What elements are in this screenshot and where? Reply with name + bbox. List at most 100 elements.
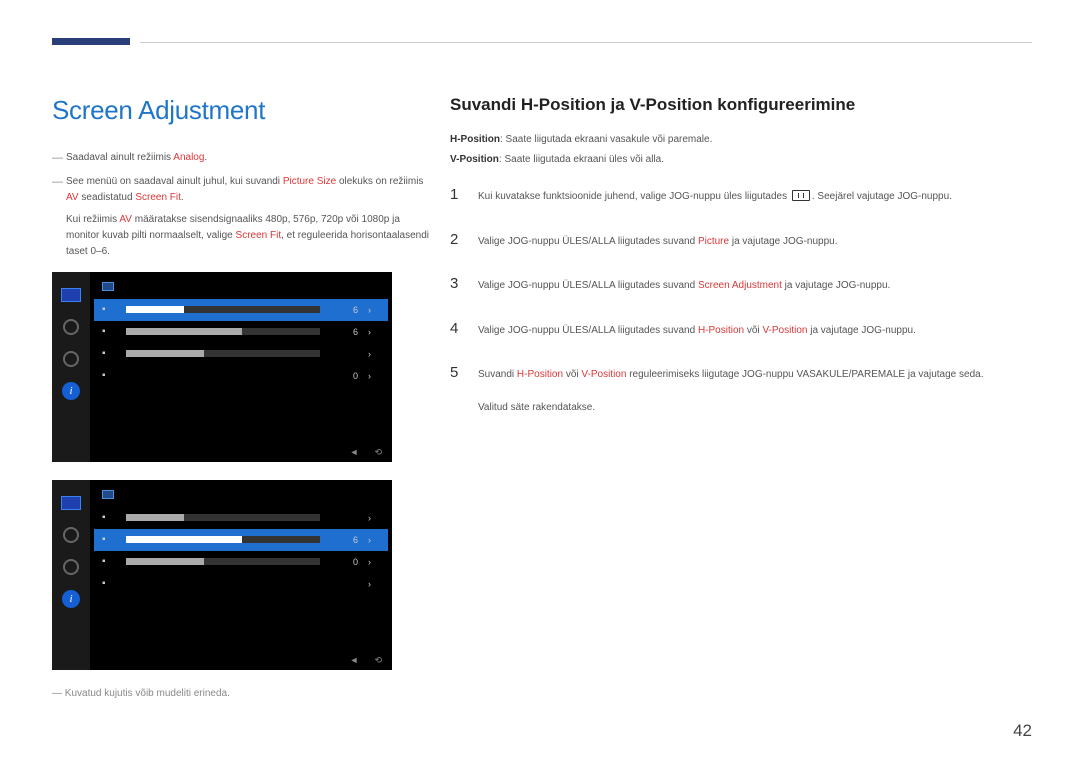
note-dash: ― — [52, 174, 66, 206]
monitor-icon — [60, 492, 82, 514]
s5-mid: või — [563, 369, 581, 380]
footer-note-text: Kuvatud kujutis võib mudeliti erineda. — [65, 688, 230, 699]
chevron-icon: › — [368, 579, 380, 589]
n2-m2: seadistatud — [79, 192, 136, 203]
row-icon: ▪ — [102, 578, 116, 589]
s4-post: ja vajutage JOG-nuppu. — [807, 325, 915, 336]
osd-footer: ◄ ⟲ — [350, 655, 382, 666]
chevron-icon: › — [368, 371, 380, 381]
row-value: 0 — [338, 371, 358, 381]
osd-row-selected: ▪ 6 › — [94, 299, 388, 321]
s4-mid: või — [744, 325, 762, 336]
s3-post: ja vajutage JOG-nuppu. — [782, 280, 890, 291]
subsection-title: Suvandi H-Position ja V-Position konfigu… — [450, 95, 1040, 115]
gear-icon — [60, 348, 82, 370]
step-number: 3 — [450, 273, 462, 296]
step-number: 4 — [450, 318, 462, 341]
steps-list: 1 Kui kuvatakse funktsioonide juhend, va… — [450, 184, 1040, 415]
osd-title — [94, 486, 388, 507]
row-icon: ▪ — [102, 370, 116, 381]
gear-icon — [60, 556, 82, 578]
osd-row: ▪ › — [94, 343, 388, 365]
slider-track — [126, 514, 320, 521]
step-body: Valige JOG-nuppu ÜLES/ALLA liigutades su… — [478, 234, 1040, 249]
s1-pre: Kui kuvatakse funktsioonide juhend, vali… — [478, 191, 790, 202]
slider-fill — [126, 350, 204, 357]
osd-sidebar: i — [52, 272, 90, 462]
n2-picturesize: Picture Size — [283, 176, 336, 187]
s2-post: ja vajutage JOG-nuppu. — [729, 236, 837, 247]
row-icon: ▪ — [102, 326, 116, 337]
right-column: Suvandi H-Position ja V-Position konfigu… — [450, 95, 1040, 437]
def-text: : Saate liigutada ekraani üles või alla. — [499, 154, 664, 165]
note1-post: . — [204, 152, 207, 163]
slider-fill — [126, 536, 242, 543]
slider-fill — [126, 328, 242, 335]
n2-av: AV — [66, 192, 79, 203]
def-vposition: V-Position: Saate liigutada ekraani üles… — [450, 151, 1040, 168]
row-value: 6 — [338, 305, 358, 315]
nav-left-icon: ◄ — [350, 655, 359, 666]
chevron-icon: › — [368, 513, 380, 523]
nav-return-icon: ⟲ — [374, 447, 382, 458]
step-body: Valige JOG-nuppu ÜLES/ALLA liigutades su… — [478, 323, 1040, 338]
chevron-icon: › — [368, 349, 380, 359]
n2s-av: AV — [119, 214, 132, 225]
row-value: 6 — [338, 535, 358, 545]
def-text: : Saate liigutada ekraani vasakule või p… — [500, 134, 712, 145]
note-2: ― See menüü on saadaval ainult juhul, ku… — [52, 174, 432, 206]
step-2: 2 Valige JOG-nuppu ÜLES/ALLA liigutades … — [450, 229, 1040, 252]
slider-track — [126, 306, 320, 313]
slider-track — [126, 328, 320, 335]
chevron-icon: › — [368, 557, 380, 567]
osd-row: ▪ 6 › — [94, 321, 388, 343]
note-2-sub: Kui režiimis AV määratakse sisendsignaal… — [66, 212, 432, 260]
n2s-screenfit: Screen Fit — [236, 230, 282, 241]
n2-pre: See menüü on saadaval ainult juhul, kui … — [66, 176, 283, 187]
step-1: 1 Kui kuvatakse funktsioonide juhend, va… — [450, 184, 1040, 207]
slider-fill — [126, 558, 204, 565]
osd-main: ▪ › ▪ 6 › ▪ 0 › ▪ › — [94, 486, 388, 595]
osd-row: ▪ 0 › — [94, 365, 388, 387]
note1-pre: Saadaval ainult režiimis — [66, 152, 173, 163]
left-column: Screen Adjustment ― Saadaval ainult reži… — [52, 95, 432, 699]
menu-icon — [792, 190, 810, 201]
osd-row: ▪ › — [94, 507, 388, 529]
nav-return-icon: ⟲ — [374, 655, 382, 666]
step-3: 3 Valige JOG-nuppu ÜLES/ALLA liigutades … — [450, 273, 1040, 296]
slider-track — [126, 350, 320, 357]
chevron-icon: › — [368, 327, 380, 337]
n2-post: . — [181, 192, 184, 203]
note-body: See menüü on saadaval ainult juhul, kui … — [66, 174, 432, 206]
circle-icon — [60, 316, 82, 338]
osd-row: ▪ 0 › — [94, 551, 388, 573]
step-5: 5 Suvandi H-Position või V-Position regu… — [450, 362, 1040, 415]
osd-row: ▪ › — [94, 573, 388, 595]
note-1: ― Saadaval ainult režiimis Analog. — [52, 150, 432, 168]
section-title: Screen Adjustment — [52, 95, 432, 126]
slider-fill — [126, 514, 184, 521]
chevron-icon: › — [368, 535, 380, 545]
row-icon: ▪ — [102, 512, 116, 523]
s4-pre: Valige JOG-nuppu ÜLES/ALLA liigutades su… — [478, 325, 698, 336]
osd-title — [94, 278, 388, 299]
s3-pre: Valige JOG-nuppu ÜLES/ALLA liigutades su… — [478, 280, 698, 291]
row-icon: ▪ — [102, 556, 116, 567]
osd-sidebar: i — [52, 480, 90, 670]
def-label: H-Position — [450, 134, 500, 145]
step-body: Kui kuvatakse funktsioonide juhend, vali… — [478, 189, 1040, 204]
s1-post: . Seejärel vajutage JOG-nuppu. — [812, 191, 952, 202]
def-hposition: H-Position: Saate liigutada ekraani vasa… — [450, 131, 1040, 148]
s4-r1: H-Position — [698, 325, 744, 336]
chevron-icon: › — [368, 305, 380, 315]
s5-r2: V-Position — [581, 369, 626, 380]
row-icon: ▪ — [102, 348, 116, 359]
header-rule — [140, 42, 1032, 43]
step-number: 1 — [450, 184, 462, 207]
slider-fill — [126, 306, 184, 313]
def-label: V-Position — [450, 154, 499, 165]
monitor-icon — [60, 284, 82, 306]
n2s-pre: Kui režiimis — [66, 214, 119, 225]
s5-pre: Suvandi — [478, 369, 517, 380]
s4-r2: V-Position — [762, 325, 807, 336]
